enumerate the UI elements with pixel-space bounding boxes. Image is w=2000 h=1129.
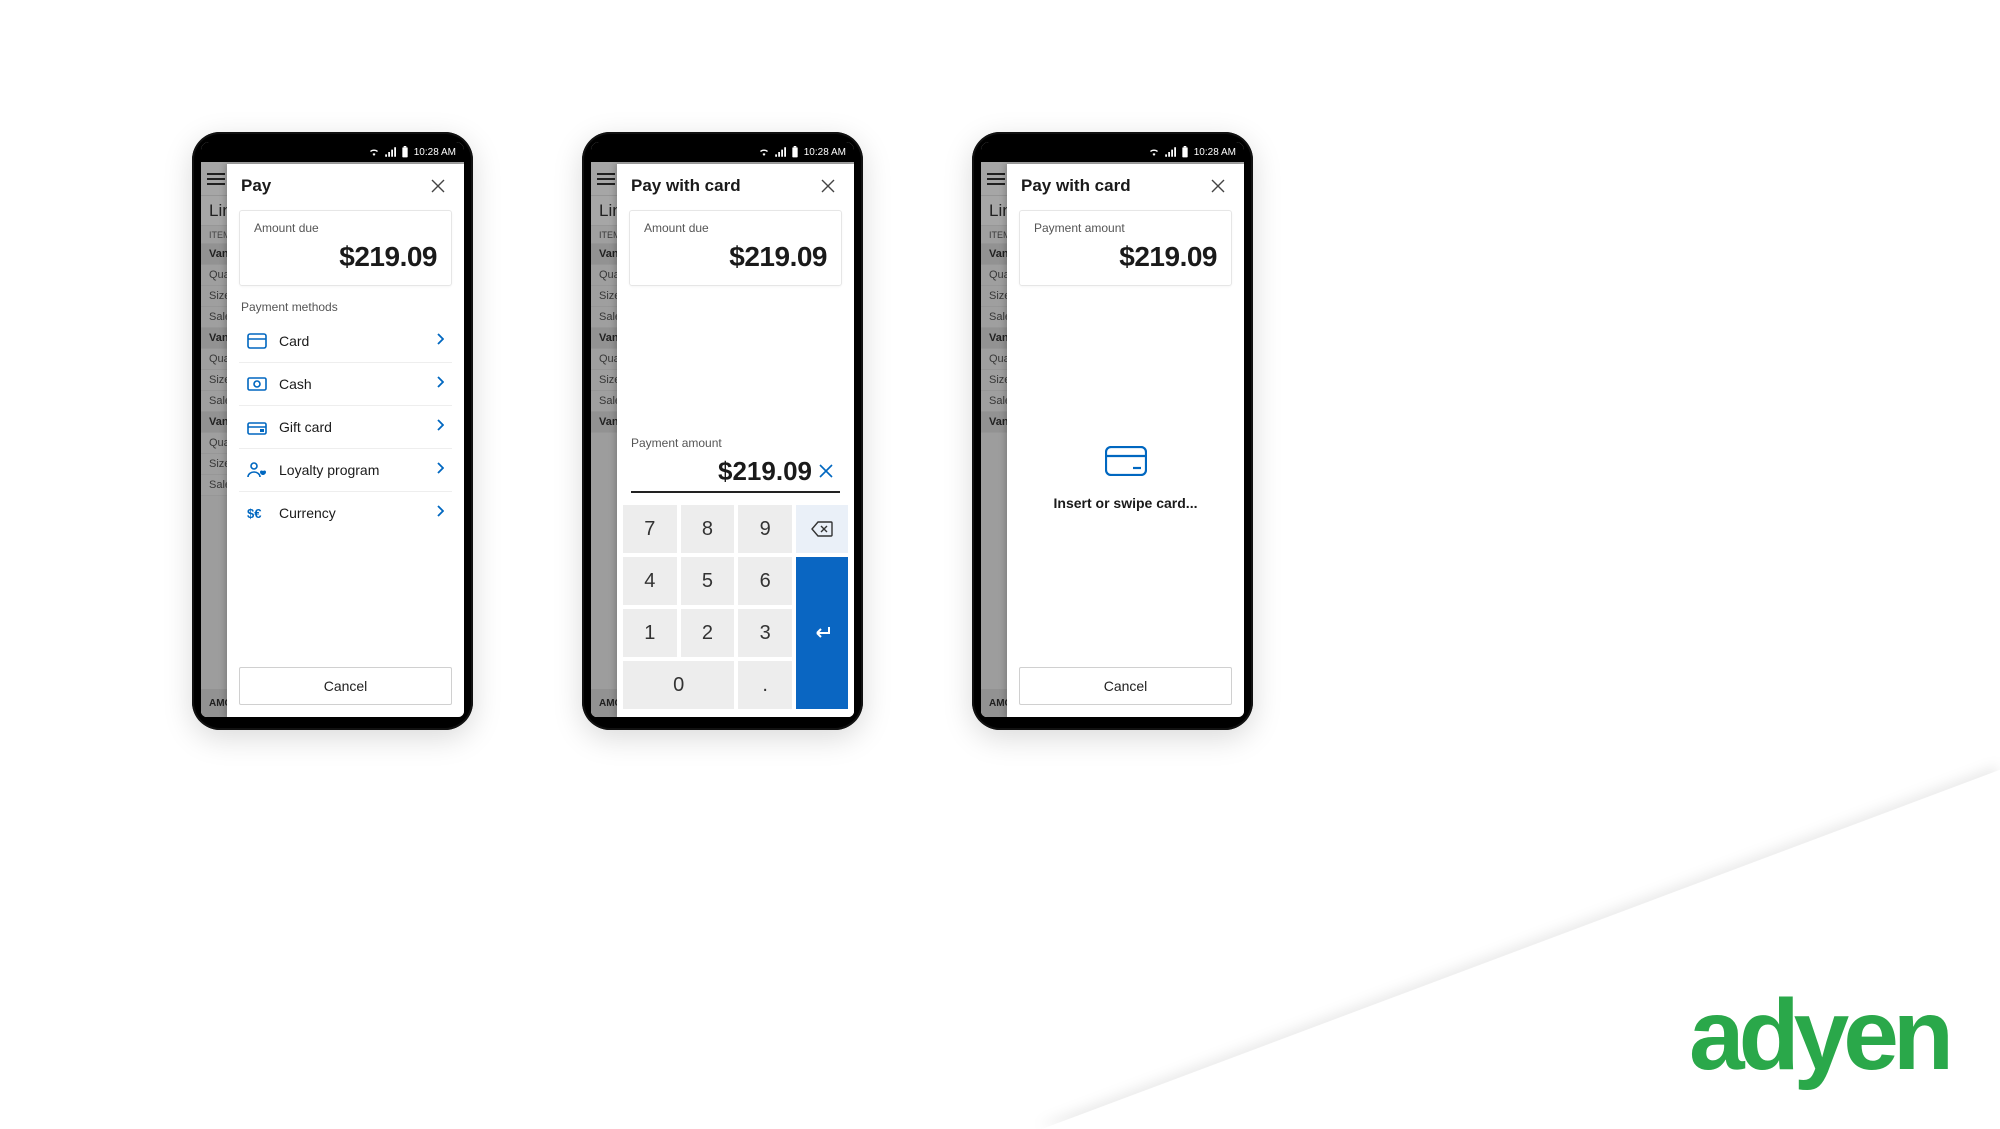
pay-modal: Pay Amount due $219.09 Payment methods C… <box>227 164 464 717</box>
status-bar: 10:28 AM <box>591 142 854 162</box>
brand-corner: adyen <box>1020 747 2000 1127</box>
amount-value: $219.09 <box>254 241 437 273</box>
numeric-keypad: 789 456 1230. <box>617 501 854 717</box>
payment-amount-label: Payment amount <box>617 436 854 456</box>
chevron-right-icon <box>436 461 444 479</box>
numkey-1[interactable]: 1 <box>623 609 677 657</box>
signal-icon <box>1164 147 1176 157</box>
modal-title: Pay with card <box>631 176 741 196</box>
amount-card: Amount due $219.09 <box>239 210 452 286</box>
modal-title: Pay with card <box>1021 176 1131 196</box>
clear-icon[interactable] <box>812 464 840 487</box>
card-icon <box>1105 446 1147 481</box>
svg-text:$€: $€ <box>247 506 261 521</box>
payment-methods-label: Payment methods <box>227 300 464 320</box>
pay-card-modal: Pay with card Amount due $219.09 Payment… <box>617 164 854 717</box>
numkey-2[interactable]: 2 <box>681 609 735 657</box>
close-icon[interactable] <box>426 174 450 198</box>
status-bar: 10:28 AM <box>201 142 464 162</box>
phone-insert-card: 10:28 AM Lin ITEM VanA Quan Size: Sales … <box>972 132 1253 730</box>
enter-key[interactable] <box>796 557 848 709</box>
payment-method-label: Loyalty program <box>279 462 424 478</box>
insert-card-text: Insert or swipe card... <box>1054 495 1198 511</box>
modal-title: Pay <box>241 176 271 196</box>
payment-amount-row: $219.09 <box>631 456 840 493</box>
payment-method-gift[interactable]: Gift card <box>239 406 452 449</box>
status-bar: 10:28 AM <box>981 142 1244 162</box>
payment-method-label: Gift card <box>279 419 424 435</box>
status-time: 10:28 AM <box>414 147 456 158</box>
numkey-4[interactable]: 4 <box>623 557 677 605</box>
insert-card-modal: Pay with card Payment amount $219.09 Ins… <box>1007 164 1244 717</box>
amount-card: Payment amount $219.09 <box>1019 210 1232 286</box>
stage: 10:28 AM Lin ITEM VanA Quan Size: Sales … <box>0 0 2000 1127</box>
amount-card: Amount due $219.09 <box>629 210 842 286</box>
cash-icon <box>247 377 267 391</box>
payment-method-loyalty[interactable]: Loyalty program <box>239 449 452 492</box>
numkey-3[interactable]: 3 <box>738 609 792 657</box>
payment-methods-list: Card Cash Gift card Loyalty program $€ Curren… <box>239 320 452 534</box>
payment-method-card[interactable]: Card <box>239 320 452 363</box>
payment-method-label: Cash <box>279 376 424 392</box>
payment-method-currency[interactable]: $€ Currency <box>239 492 452 534</box>
payment-amount-input[interactable]: $219.09 <box>631 456 812 487</box>
cancel-button[interactable]: Cancel <box>239 667 452 705</box>
battery-icon <box>790 146 800 158</box>
close-icon[interactable] <box>1206 174 1230 198</box>
amount-label: Payment amount <box>1034 221 1217 235</box>
phone-keypad: 10:28 AM Lin ITEM VanA Quan Size: Sales … <box>582 132 863 730</box>
numkey-8[interactable]: 8 <box>681 505 735 553</box>
screen: 10:28 AM Lin ITEM VanA Quan Size: Sales … <box>201 142 464 717</box>
wifi-icon <box>758 147 770 157</box>
card-icon <box>247 333 267 349</box>
amount-value: $219.09 <box>644 241 827 273</box>
numkey-6[interactable]: 6 <box>738 557 792 605</box>
signal-icon <box>774 147 786 157</box>
numkey-0[interactable]: 0 <box>623 661 734 709</box>
numkey-dot[interactable]: . <box>738 661 792 709</box>
payment-method-cash[interactable]: Cash <box>239 363 452 406</box>
wifi-icon <box>1148 147 1160 157</box>
insert-card-prompt: Insert or swipe card... <box>1007 300 1244 657</box>
loyalty-icon <box>247 461 267 479</box>
numkey-7[interactable]: 7 <box>623 505 677 553</box>
wifi-icon <box>368 147 380 157</box>
phone-pay: 10:28 AM Lin ITEM VanA Quan Size: Sales … <box>192 132 473 730</box>
chevron-right-icon <box>436 504 444 522</box>
amount-label: Amount due <box>254 221 437 235</box>
backspace-key[interactable] <box>796 505 848 553</box>
cancel-button[interactable]: Cancel <box>1019 667 1232 705</box>
status-time: 10:28 AM <box>1194 147 1236 158</box>
adyen-logo: adyen <box>1689 978 1948 1093</box>
battery-icon <box>400 146 410 158</box>
screen: 10:28 AM Lin ITEM VanA Quan Size: Sales … <box>981 142 1244 717</box>
payment-method-label: Card <box>279 333 424 349</box>
chevron-right-icon <box>436 418 444 436</box>
battery-icon <box>1180 146 1190 158</box>
close-icon[interactable] <box>816 174 840 198</box>
numkey-9[interactable]: 9 <box>738 505 792 553</box>
amount-value: $219.09 <box>1034 241 1217 273</box>
screen: 10:28 AM Lin ITEM VanA Quan Size: Sales … <box>591 142 854 717</box>
status-time: 10:28 AM <box>804 147 846 158</box>
gift-icon <box>247 419 267 435</box>
payment-method-label: Currency <box>279 505 424 521</box>
numkey-5[interactable]: 5 <box>681 557 735 605</box>
chevron-right-icon <box>436 375 444 393</box>
chevron-right-icon <box>436 332 444 350</box>
amount-label: Amount due <box>644 221 827 235</box>
signal-icon <box>384 147 396 157</box>
currency-icon: $€ <box>247 505 267 521</box>
